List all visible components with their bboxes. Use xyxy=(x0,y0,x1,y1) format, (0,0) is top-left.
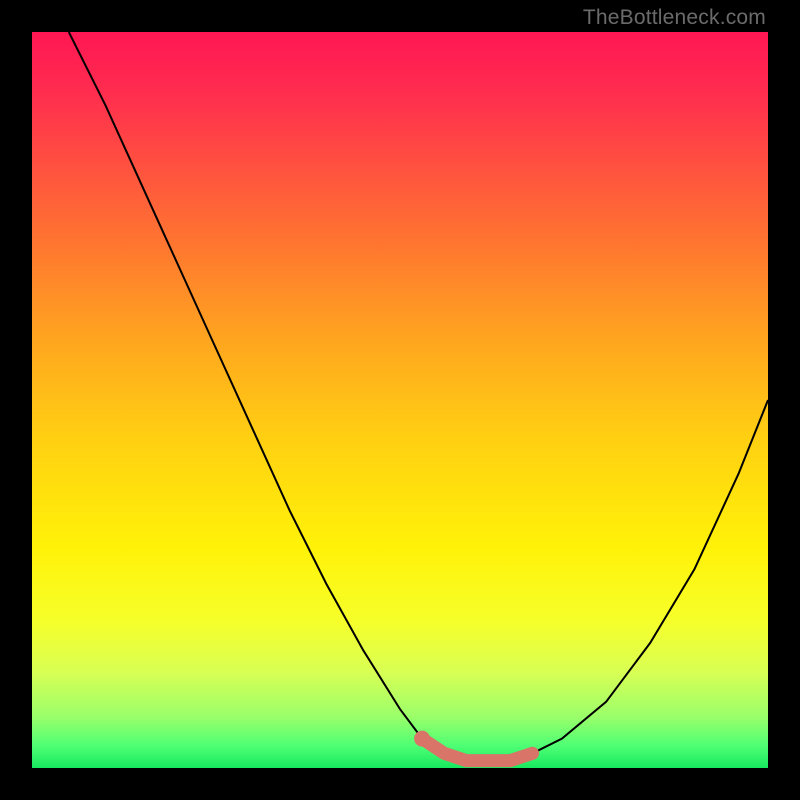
plot-area xyxy=(32,32,768,768)
highlight-segment xyxy=(422,739,532,761)
chart-container: TheBottleneck.com xyxy=(0,0,800,800)
bottleneck-curve xyxy=(69,32,768,761)
curve-svg xyxy=(32,32,768,768)
watermark-text: TheBottleneck.com xyxy=(583,6,766,30)
curve-marker xyxy=(414,731,430,747)
